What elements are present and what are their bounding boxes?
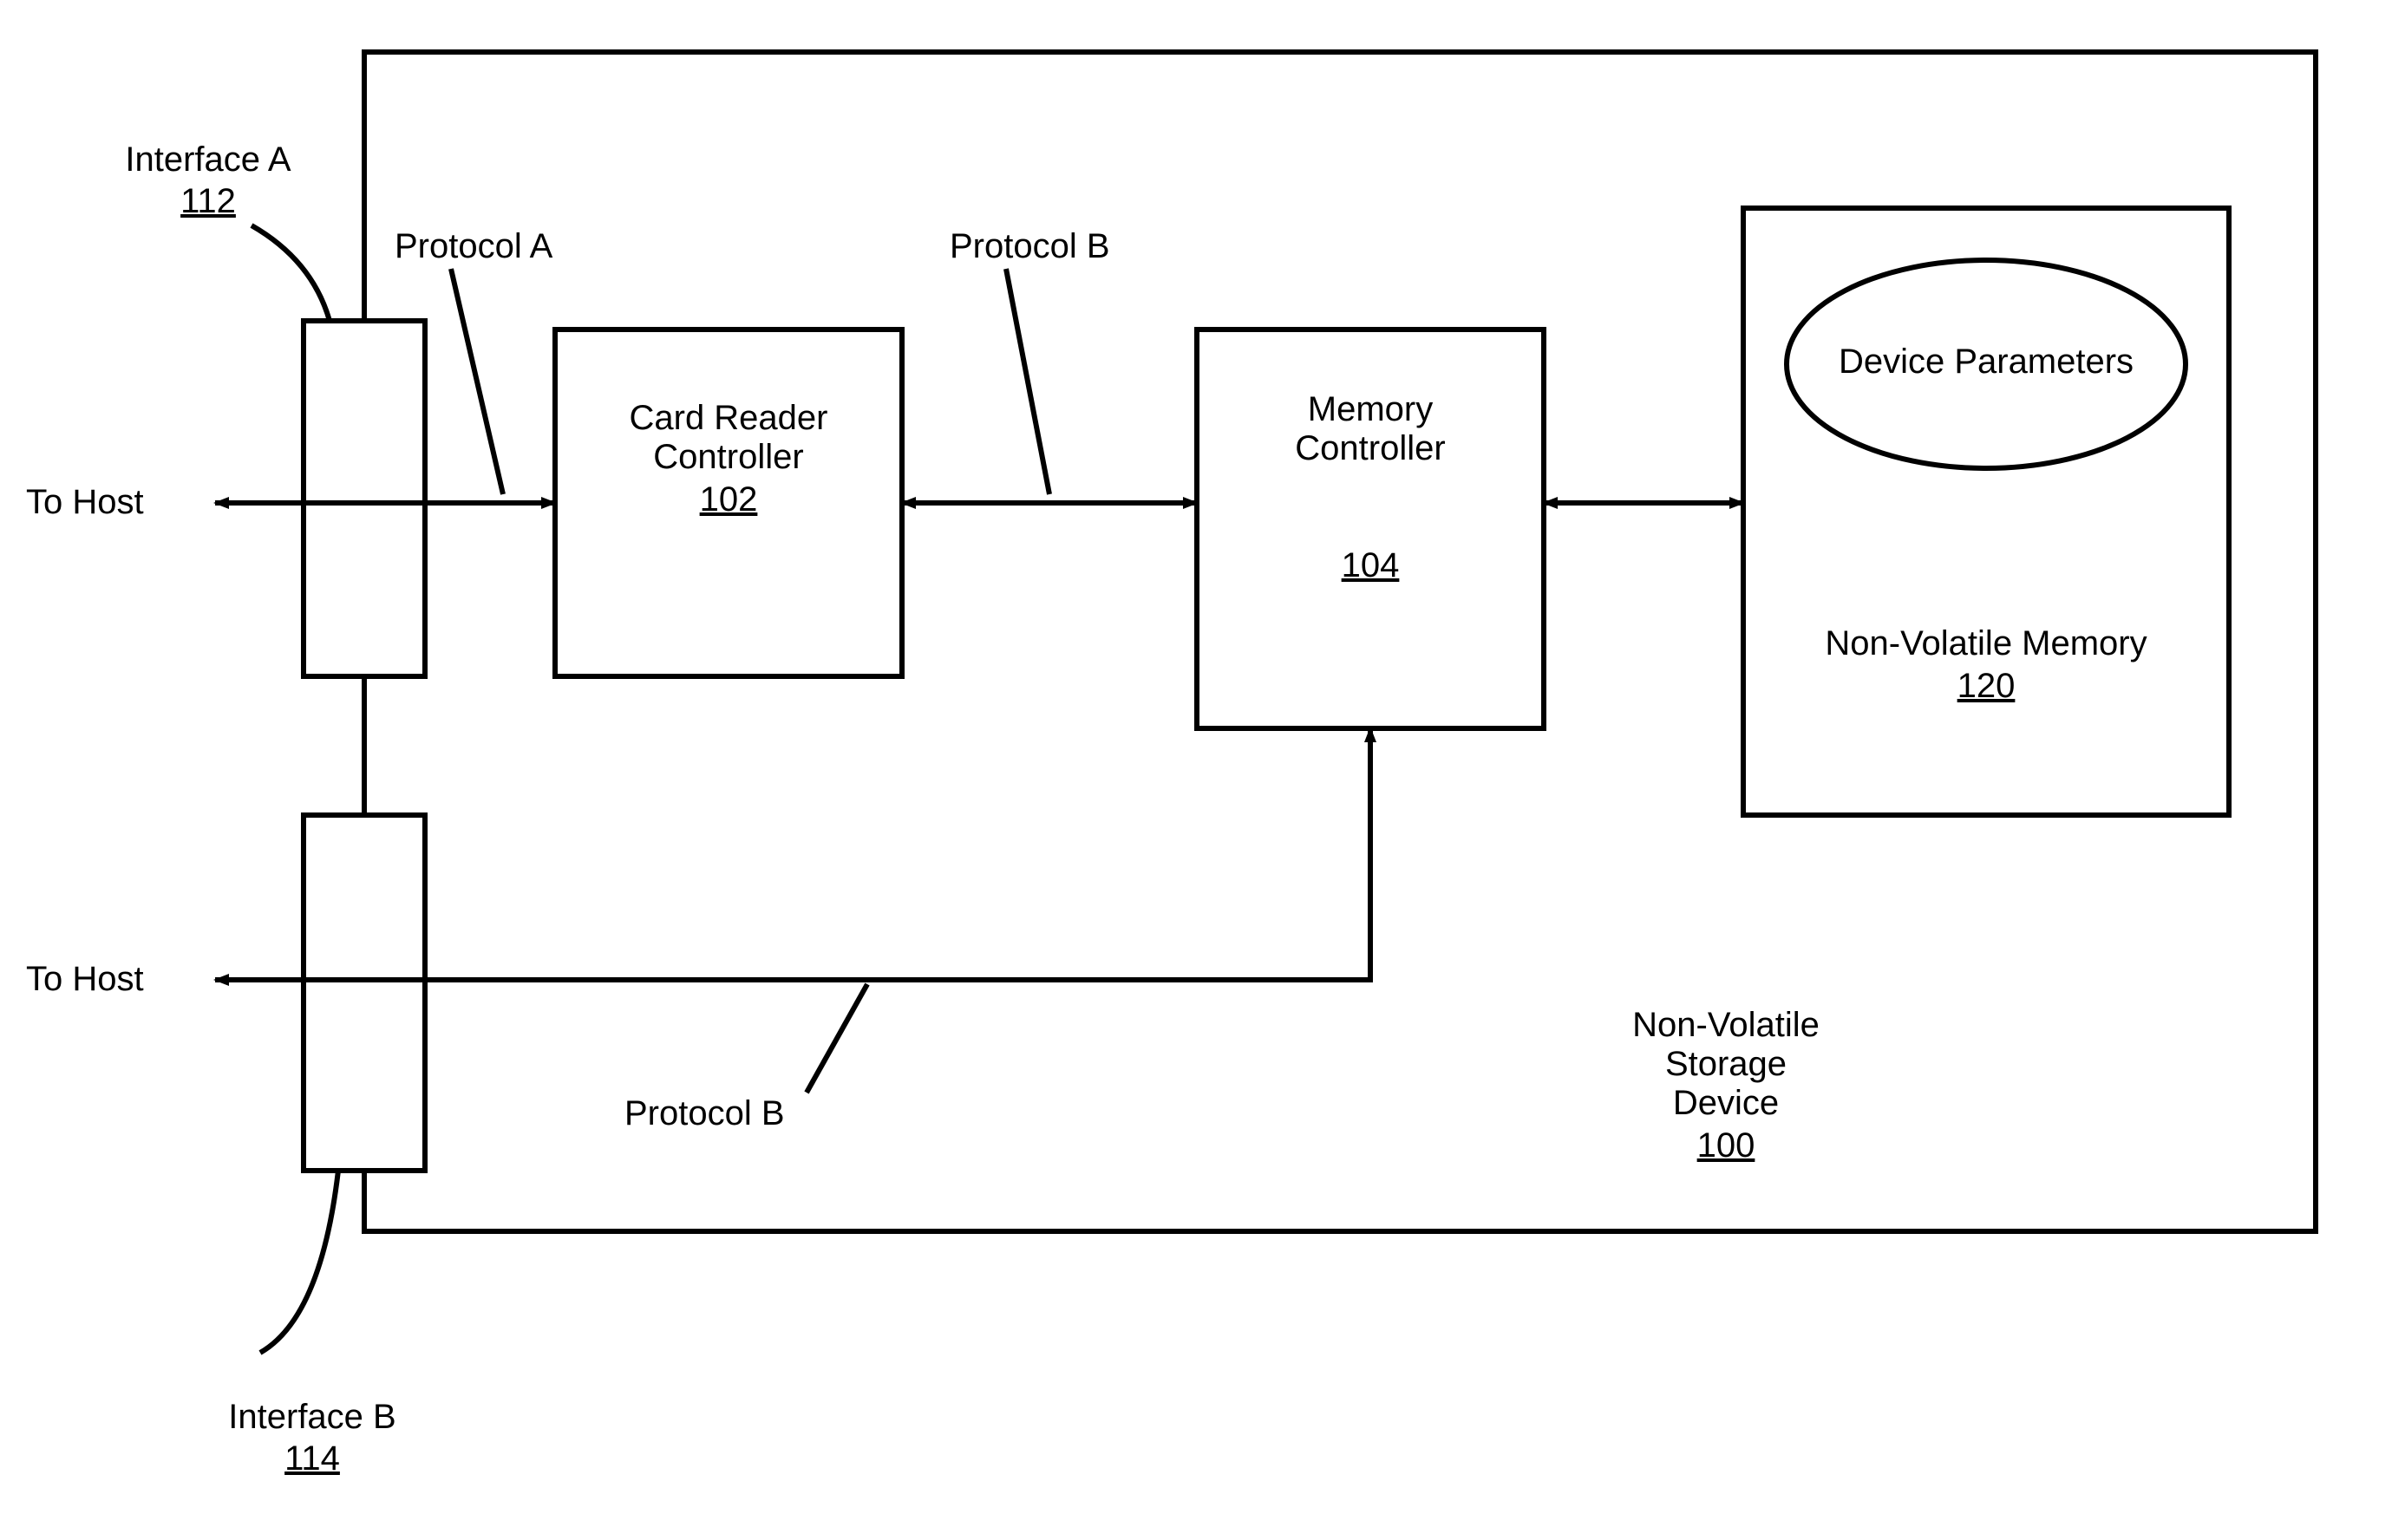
nvm-ref: 120 [1957, 667, 2016, 706]
device-line1: Non-Volatile [1587, 1006, 1865, 1045]
diagram-stage: Interface A 112 To Host To Host Interfac… [0, 0, 2405, 1540]
diagram-svg [0, 0, 2405, 1540]
card-reader-title1: Card Reader [555, 399, 902, 438]
card-reader-ref: 102 [700, 480, 758, 519]
protocol-a-label: Protocol A [395, 225, 552, 267]
nvm-title: Non-Volatile Memory [1743, 624, 2229, 663]
interface-b-ref: 114 [199, 1438, 425, 1479]
card-reader-title2: Controller [555, 438, 902, 477]
interface-a-ref: 112 [95, 180, 321, 222]
interface-a-label: Interface A [95, 139, 321, 180]
device-line3: Device [1587, 1084, 1865, 1123]
device-line2: Storage [1587, 1045, 1865, 1084]
to-host-top: To Host [26, 481, 144, 523]
interface-b-label-block: Interface B 114 [199, 1396, 425, 1479]
to-host-bottom: To Host [26, 958, 144, 1000]
device-params-label: Device Parameters [1743, 343, 2229, 382]
device-ref: 100 [1697, 1126, 1755, 1165]
memory-ctrl-ref: 104 [1342, 546, 1400, 585]
nvm-block: Non-Volatile Memory 120 [1743, 624, 2229, 706]
memory-controller-block: Memory Controller 104 [1197, 390, 1544, 585]
card-reader-block: Card Reader Controller 102 [555, 399, 902, 519]
protocol-b-top-label: Protocol B [950, 225, 1110, 267]
memory-ctrl-title2: Controller [1197, 429, 1544, 468]
interface-b-label: Interface B [199, 1396, 425, 1438]
device-caption: Non-Volatile Storage Device 100 [1587, 1006, 1865, 1165]
interface-a-label-block: Interface A 112 [95, 139, 321, 222]
memory-ctrl-title1: Memory [1197, 390, 1544, 429]
protocol-b-bottom-label: Protocol B [624, 1093, 785, 1134]
